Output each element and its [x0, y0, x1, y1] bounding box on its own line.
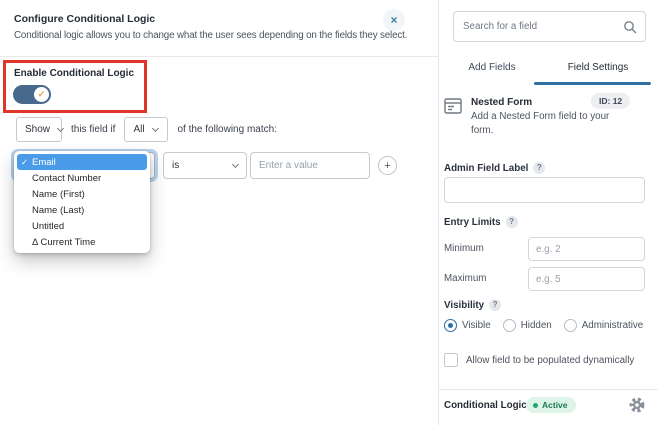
condition-operator-value: is — [172, 160, 180, 171]
action-select-value: Show — [25, 124, 51, 135]
field-settings-sidebar: Add Fields Field Settings Nested Form ID… — [438, 0, 658, 425]
search-icon — [624, 21, 637, 34]
tab-field-settings[interactable]: Field Settings — [545, 56, 651, 85]
dropdown-option-name-last[interactable]: Name (Last) — [17, 202, 147, 218]
status-dot-icon — [533, 402, 538, 408]
radio-visible-label: Visible — [462, 320, 491, 331]
minimum-label: Minimum — [444, 243, 484, 254]
dropdown-option-current-time[interactable]: Δ Current Time — [17, 234, 147, 250]
dropdown-option-label: Name (Last) — [32, 204, 85, 216]
dropdown-option-label: Name (First) — [32, 188, 85, 200]
chevron-down-icon — [231, 160, 240, 168]
radio-visible[interactable] — [444, 319, 457, 332]
sidebar-tabs: Add Fields Field Settings — [439, 56, 651, 85]
check-icon: ✓ — [21, 156, 29, 167]
dropdown-option-label: Δ Current Time — [32, 236, 96, 248]
dropdown-option-untitled[interactable]: Untitled — [17, 218, 147, 234]
logic-sentence-text-1: this field if — [71, 124, 116, 135]
conditional-logic-status-badge: Active — [526, 397, 576, 413]
dropdown-option-label: Untitled — [32, 220, 65, 232]
dropdown-option-name-first[interactable]: Name (First) — [17, 186, 147, 202]
dynamic-population-row: Allow field to be populated dynamically — [444, 353, 634, 367]
field-dropdown-menu: ✓ Email Contact Number Name (First) Name… — [14, 151, 150, 253]
field-type-description: Add a Nested Form field to your form. — [471, 111, 610, 136]
condition-value-input[interactable] — [250, 152, 370, 179]
action-select[interactable]: Show — [16, 117, 65, 142]
nested-form-icon — [444, 98, 462, 114]
minimum-input[interactable] — [528, 237, 645, 261]
flyout-title: Configure Conditional Logic — [14, 13, 156, 25]
flyout-divider — [0, 56, 438, 57]
maximum-label: Maximum — [444, 273, 487, 284]
gear-icon — [629, 397, 645, 413]
conditional-logic-section-label: Conditional Logic — [444, 400, 527, 411]
visibility-radio-group: Visible Hidden Administrative — [444, 319, 655, 332]
dropdown-option-email[interactable]: ✓ Email — [17, 154, 147, 170]
dropdown-option-label: Email — [32, 156, 56, 168]
dropdown-option-label: Contact Number — [32, 172, 102, 184]
help-icon[interactable]: ? — [489, 299, 502, 311]
logic-sentence-text-2: of the following match: — [177, 124, 277, 135]
help-icon[interactable]: ? — [505, 216, 518, 228]
maximum-input[interactable] — [528, 267, 645, 291]
plus-icon: + — [384, 159, 391, 172]
tab-add-fields[interactable]: Add Fields — [439, 56, 545, 85]
active-tab-indicator — [534, 82, 651, 85]
dynamic-population-checkbox[interactable] — [444, 353, 458, 367]
chevron-down-icon — [151, 124, 159, 132]
close-icon: × — [390, 13, 398, 27]
condition-operator-select[interactable]: is — [163, 152, 247, 179]
match-type-select-value: All — [133, 124, 145, 135]
radio-hidden-label: Hidden — [520, 320, 552, 331]
dropdown-option-contact-number[interactable]: Contact Number — [17, 170, 147, 186]
admin-field-label-input[interactable] — [444, 177, 645, 203]
field-type-name: Nested Form — [471, 97, 533, 108]
field-search-box — [453, 11, 646, 42]
radio-administrative-label: Administrative — [581, 320, 644, 331]
help-icon[interactable]: ? — [533, 162, 546, 174]
flyout-description: Conditional logic allows you to change w… — [14, 30, 408, 41]
entry-limits-heading: Entry Limits ? — [444, 216, 518, 228]
conditional-logic-settings-button[interactable] — [629, 397, 645, 413]
radio-administrative[interactable] — [563, 319, 577, 332]
visibility-heading: Visibility ? — [444, 299, 502, 311]
toggle-knob: ✓ — [34, 87, 49, 102]
enable-conditional-logic-toggle[interactable]: ✓ — [13, 85, 51, 104]
match-type-select[interactable]: All — [124, 117, 169, 142]
check-icon: ✓ — [37, 89, 46, 99]
field-id-badge: ID: 12 — [591, 93, 631, 109]
radio-hidden[interactable] — [502, 319, 516, 332]
sidebar-divider — [439, 389, 658, 390]
conditional-logic-flyout: Configure Conditional Logic × Conditiona… — [0, 0, 438, 425]
search-input[interactable] — [463, 12, 618, 41]
logic-sentence-row: Show this field if All of the following … — [16, 117, 277, 142]
add-condition-button[interactable]: + — [378, 156, 397, 175]
close-button[interactable]: × — [383, 9, 405, 31]
dynamic-population-label: Allow field to be populated dynamically — [466, 354, 635, 366]
enable-conditional-logic-label: Enable Conditional Logic — [14, 68, 134, 79]
admin-field-label-heading: Admin Field Label ? — [444, 162, 546, 174]
chevron-down-icon — [56, 124, 65, 132]
